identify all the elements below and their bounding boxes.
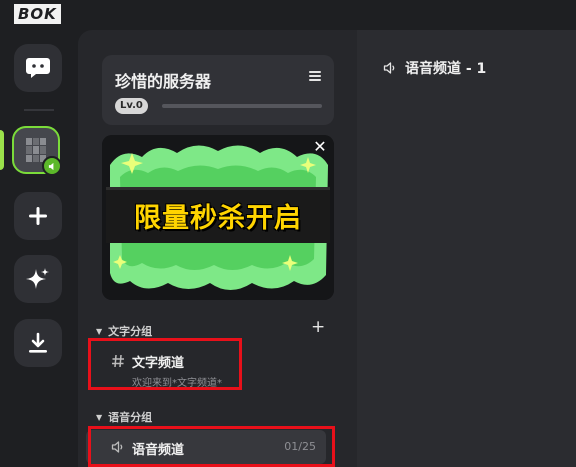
top-bar: BOK xyxy=(0,0,576,30)
rail-separator xyxy=(24,109,54,111)
voice-category-label: 语音分组 xyxy=(108,411,153,424)
voice-category-header[interactable]: ▼ 语音分组 xyxy=(96,409,152,425)
channel-sidebar: 珍惜的服务器 Lv.0 限量秒杀开启 ✕ ▼ 文字分组 + 文字频道 欢迎来到*… xyxy=(78,30,357,467)
download-button[interactable] xyxy=(14,319,62,367)
sparkle-icon xyxy=(26,268,49,289)
active-server-indicator xyxy=(0,130,4,170)
menu-icon[interactable] xyxy=(306,67,324,85)
add-channel-icon[interactable]: + xyxy=(311,319,325,336)
server-avatar[interactable] xyxy=(12,126,62,176)
text-category-header[interactable]: ▼ 文字分组 xyxy=(96,323,152,339)
explore-button[interactable] xyxy=(14,255,62,303)
add-server-button[interactable] xyxy=(14,192,62,240)
server-rail xyxy=(0,30,78,467)
level-badge: Lv.0 xyxy=(115,98,148,114)
download-icon xyxy=(29,332,47,353)
server-header[interactable]: 珍惜的服务器 Lv.0 xyxy=(102,55,334,125)
close-icon[interactable]: ✕ xyxy=(312,139,328,155)
channel-header: 语音频道 - 1 xyxy=(383,58,486,78)
channel-title: 语音频道 - 1 xyxy=(405,61,487,77)
speaker-icon xyxy=(383,62,395,74)
voice-badge-icon xyxy=(42,156,62,176)
server-avatar-image xyxy=(26,138,46,162)
highlight-box-voice-channel xyxy=(88,426,335,467)
caret-down-icon: ▼ xyxy=(96,326,103,336)
text-category-label: 文字分组 xyxy=(108,325,153,338)
caret-down-icon: ▼ xyxy=(96,412,103,422)
banner-headline: 限量秒杀开启 xyxy=(134,203,302,234)
level-progress-bar xyxy=(162,104,322,108)
app-logo: BOK xyxy=(14,4,61,24)
gamepad-chat-icon xyxy=(26,58,50,78)
promo-banner[interactable]: 限量秒杀开启 ✕ xyxy=(102,135,334,300)
home-button[interactable] xyxy=(14,44,62,92)
main-content: 语音频道 - 1 xyxy=(357,30,576,467)
server-name: 珍惜的服务器 xyxy=(115,72,212,91)
plus-icon xyxy=(29,207,47,225)
highlight-box-text-channel xyxy=(88,338,242,390)
